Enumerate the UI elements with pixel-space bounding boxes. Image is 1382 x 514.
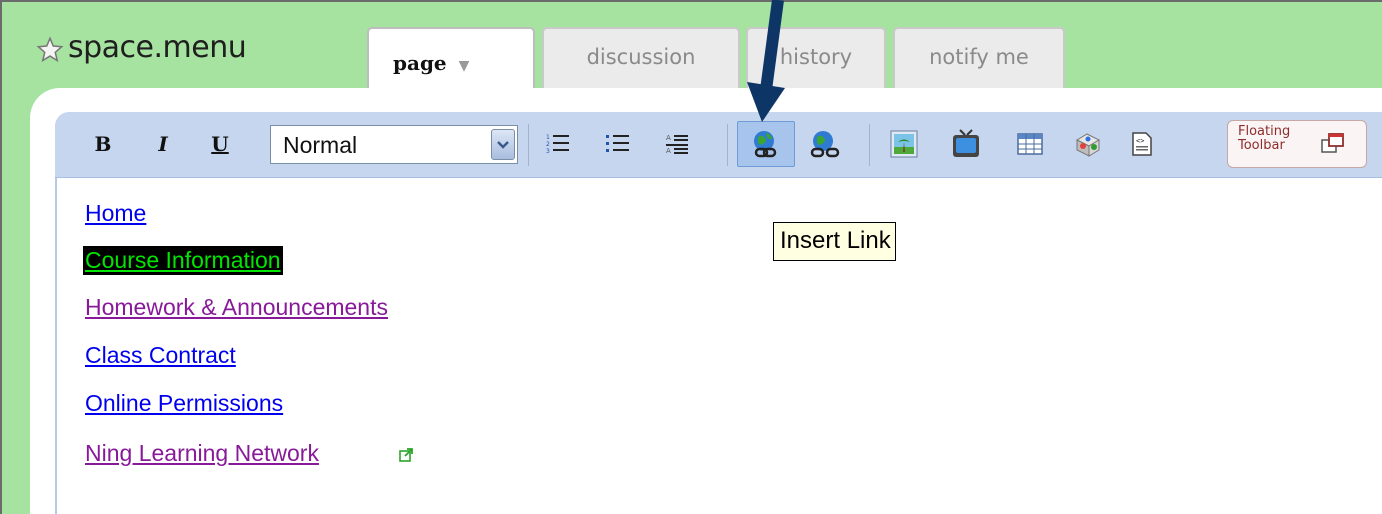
chevron-down-icon[interactable] [491, 129, 515, 160]
link-homework-announcements[interactable]: Homework & Announcements [85, 294, 388, 321]
svg-text:1: 1 [546, 134, 550, 141]
link-course-information[interactable]: Course Information [83, 246, 283, 275]
unlink-icon [810, 131, 840, 158]
insert-table-button[interactable] [1010, 124, 1050, 164]
insert-video-button[interactable] [946, 124, 986, 164]
external-link-icon [399, 448, 413, 462]
format-select[interactable]: Normal [270, 125, 518, 164]
insert-image-icon [890, 130, 918, 158]
toolbar-separator [727, 124, 728, 166]
insert-widget-button[interactable] [1066, 124, 1110, 164]
chevron-down-icon: ▼ [458, 58, 470, 74]
annotation-arrow-icon [747, 0, 785, 122]
unordered-list-icon[interactable] [600, 124, 636, 164]
underline-button[interactable]: U [205, 124, 235, 164]
tab-notify-me[interactable]: notify me [893, 27, 1065, 91]
italic-button[interactable]: I [148, 124, 178, 164]
popout-icon [1321, 133, 1344, 153]
insert-link-button[interactable] [737, 121, 795, 167]
toolbar-separator [869, 124, 870, 166]
definition-list-icon[interactable]: A A [660, 124, 696, 164]
star-icon[interactable] [36, 36, 64, 64]
insert-link-tooltip: Insert Link [773, 222, 896, 261]
insert-code-button[interactable]: <> [1122, 124, 1162, 164]
svg-text:2: 2 [546, 141, 550, 148]
floating-toolbar-button[interactable]: Floating Toolbar [1227, 120, 1367, 168]
insert-image-button[interactable] [884, 124, 924, 164]
link-online-permissions[interactable]: Online Permissions [85, 390, 283, 417]
toolbar-separator [528, 124, 529, 166]
insert-video-icon [953, 129, 979, 157]
bold-button[interactable]: B [88, 124, 118, 164]
link-ning-learning-network[interactable]: Ning Learning Network [85, 440, 319, 467]
floating-toolbar-label: Floating Toolbar [1238, 124, 1291, 153]
svg-text:A: A [666, 134, 671, 142]
insert-code-icon: <> [1132, 132, 1152, 156]
link-home[interactable]: Home [85, 200, 146, 227]
format-select-value: Normal [283, 132, 358, 158]
svg-text:3: 3 [546, 148, 550, 155]
tab-page-label: page [393, 51, 447, 75]
svg-text:A: A [666, 147, 671, 155]
svg-text:<>: <> [1136, 137, 1144, 145]
unlink-button[interactable] [800, 124, 850, 164]
tab-discussion[interactable]: discussion [542, 27, 740, 91]
link-class-contract[interactable]: Class Contract [85, 342, 236, 369]
page-title: space.menu [68, 30, 247, 65]
editor-toolbar [55, 112, 1382, 178]
insert-table-icon [1017, 133, 1043, 155]
insert-widget-icon [1075, 133, 1101, 157]
insert-link-icon [754, 131, 777, 158]
tab-page[interactable]: page ▼ [367, 27, 535, 97]
ordered-list-icon[interactable]: 1 2 3 [540, 124, 576, 164]
